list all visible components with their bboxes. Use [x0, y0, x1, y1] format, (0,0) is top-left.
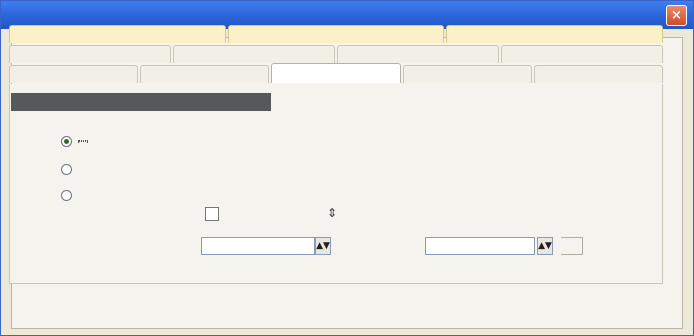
tab-row3-active[interactable]	[271, 63, 401, 83]
tab-row2-2[interactable]	[173, 45, 335, 63]
resolution-swatch	[205, 207, 219, 221]
group-header	[11, 93, 271, 111]
resolution-select[interactable]	[205, 206, 289, 222]
option-3[interactable]	[61, 187, 78, 203]
tab-row3-4[interactable]	[402, 65, 532, 83]
close-icon: ×	[671, 8, 682, 23]
tab-row-top	[9, 25, 664, 43]
tab-row1-2[interactable]	[227, 25, 445, 43]
units-spinner[interactable]: ▲▼	[537, 237, 553, 255]
tab-row2-4[interactable]	[501, 45, 663, 63]
option-label	[78, 140, 88, 142]
scale-spinner[interactable]: ▲▼	[315, 237, 331, 255]
tab-row3-5[interactable]	[533, 65, 664, 83]
radio-button[interactable]	[61, 163, 72, 175]
tab-row-middle	[9, 45, 663, 63]
tab-row3-1[interactable]	[9, 65, 139, 83]
tab-row2-3[interactable]	[337, 45, 499, 63]
tab-row-bottom	[9, 63, 664, 83]
tab-row1-3[interactable]	[446, 25, 664, 43]
radio-button[interactable]	[61, 135, 72, 147]
tab-row2-1[interactable]	[9, 45, 171, 63]
spinner-arrows-icon: ▲▼	[316, 241, 330, 251]
tab-row3-2[interactable]	[140, 65, 270, 83]
tab-row1-1[interactable]	[9, 25, 226, 43]
resolution-arrow-icon[interactable]: ⇕	[327, 206, 337, 220]
spinner-arrows-icon: ▲▼	[538, 241, 552, 251]
close-button[interactable]: ×	[666, 5, 687, 26]
units-input[interactable]	[425, 237, 535, 255]
units-trailing-box	[561, 237, 583, 255]
dialog-window: × ⇕ ▲▼ ▲▼	[0, 0, 694, 336]
option-2[interactable]	[61, 161, 78, 177]
option-1[interactable]	[61, 133, 88, 149]
scale-input[interactable]	[201, 237, 315, 255]
radio-button[interactable]	[61, 189, 72, 201]
